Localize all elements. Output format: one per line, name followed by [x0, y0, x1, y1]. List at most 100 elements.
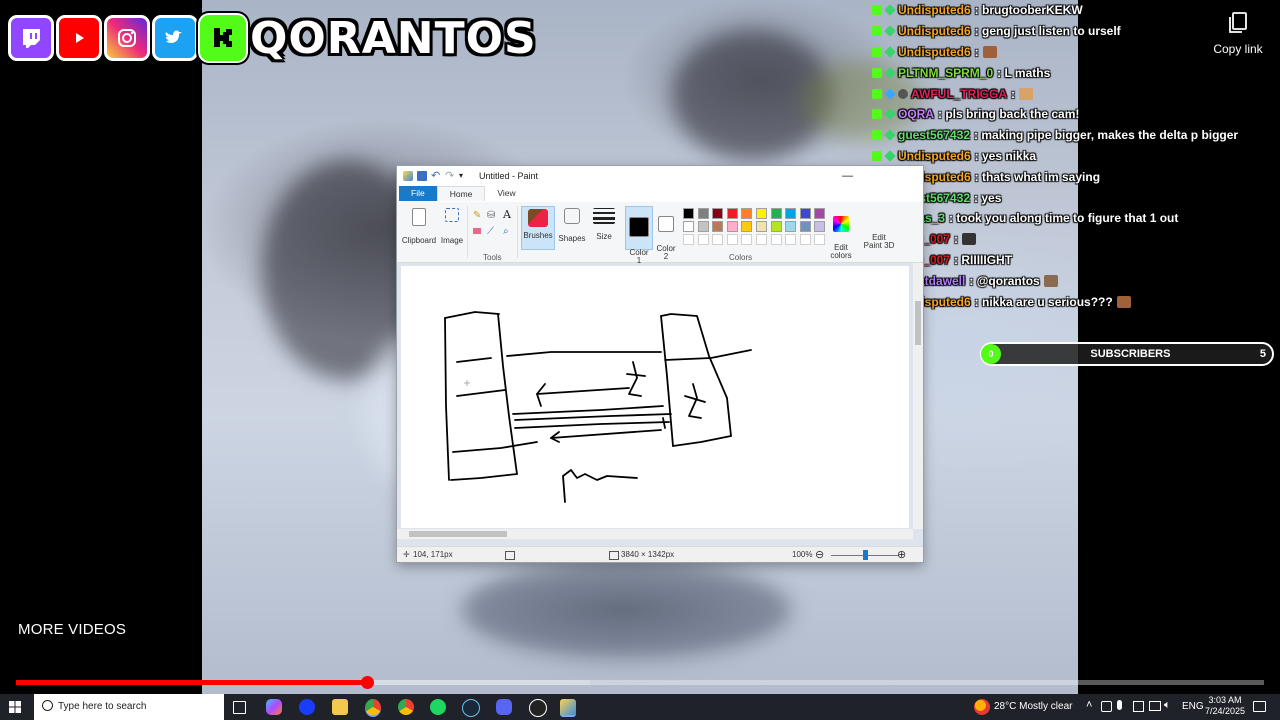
steam-icon[interactable] — [462, 699, 480, 717]
video-progress-bar[interactable] — [16, 676, 1264, 689]
chat-text: : thats what im saying — [974, 169, 1101, 184]
custom-color-slot[interactable] — [712, 234, 724, 245]
custom-color-slot[interactable] — [814, 234, 826, 245]
chat-username[interactable]: OQRA — [898, 107, 934, 121]
notifications-icon[interactable] — [1253, 701, 1266, 712]
tray-expand-icon[interactable]: ˄ — [1086, 699, 1092, 711]
text-icon[interactable]: A — [503, 208, 511, 221]
microphone-icon[interactable] — [1117, 700, 1122, 710]
weather-text[interactable]: 28°C Mostly clear — [994, 701, 1072, 712]
vertical-scrollbar[interactable] — [913, 263, 923, 529]
custom-color-slot[interactable] — [726, 234, 738, 245]
palette-swatch[interactable] — [712, 221, 724, 232]
discord-icon[interactable] — [299, 699, 315, 715]
chat-username[interactable]: AWFUL_TRIGGA — [911, 87, 1007, 101]
palette-swatch[interactable] — [756, 221, 767, 232]
palette-swatch[interactable] — [741, 208, 753, 219]
palette-swatch[interactable] — [785, 208, 797, 219]
tray-app-icon[interactable] — [1101, 701, 1112, 712]
edit-paint3d-button[interactable]: Edit Paint 3D — [859, 226, 899, 258]
redo-icon[interactable]: ↷ — [445, 171, 455, 182]
spotify-icon[interactable] — [430, 699, 446, 715]
palette-swatch[interactable] — [741, 221, 753, 232]
copy-link-button[interactable]: Copy link — [1206, 12, 1270, 56]
palette-swatch[interactable] — [756, 208, 767, 219]
custom-color-slot[interactable] — [756, 234, 767, 245]
palette-swatch[interactable] — [770, 221, 782, 232]
undo-icon[interactable]: ↶ — [431, 171, 441, 182]
chat-username[interactable]: Undisputed6 — [898, 149, 971, 163]
fill-icon[interactable]: ⛁ — [487, 210, 495, 221]
eraser-icon[interactable] — [473, 228, 481, 234]
tab-home[interactable]: Home — [436, 186, 486, 201]
chat-username[interactable]: Undisputed6 — [898, 45, 971, 59]
tab-view[interactable]: View — [485, 186, 527, 201]
volume-icon[interactable]: 🔈︎ — [1164, 699, 1171, 712]
brushes-button[interactable]: Brushes — [521, 206, 555, 250]
custom-color-slot[interactable] — [785, 234, 797, 245]
palette-swatch[interactable] — [683, 208, 694, 219]
custom-color-slot[interactable] — [683, 234, 694, 245]
palette-swatch[interactable] — [697, 208, 709, 219]
edit-colors-button[interactable]: Edit colors — [827, 208, 855, 268]
size-button[interactable]: Size — [591, 208, 617, 241]
paint-titlebar[interactable]: ↶ ↷ ▾ Untitled - Paint — — [397, 166, 923, 186]
progress-scrubber[interactable] — [360, 676, 374, 689]
palette-swatch[interactable] — [712, 208, 724, 219]
chrome-icon[interactable] — [365, 699, 381, 717]
network-icon[interactable] — [1149, 701, 1161, 711]
cursor-icon: ✛ — [403, 550, 410, 559]
custom-color-slot[interactable] — [697, 234, 709, 245]
color2-button[interactable]: Color 2 — [653, 208, 679, 269]
custom-color-slot[interactable] — [770, 234, 782, 245]
custom-color-slot[interactable] — [799, 234, 811, 245]
language-indicator[interactable]: ENG — [1182, 701, 1204, 712]
shapes-button[interactable]: Shapes — [557, 208, 587, 243]
obs-icon[interactable] — [529, 699, 547, 717]
clock[interactable]: 3:03 AM 7/24/2025 — [1204, 695, 1246, 717]
palette-swatch[interactable] — [726, 208, 738, 219]
palette-swatch[interactable] — [799, 208, 811, 219]
paint-taskbar-icon[interactable] — [560, 699, 576, 717]
image-button[interactable]: Image — [439, 208, 465, 245]
zoom-slider-thumb[interactable] — [863, 550, 868, 560]
palette-swatch[interactable] — [770, 208, 782, 219]
chat-username[interactable]: Undisputed6 — [898, 24, 971, 38]
copilot-icon[interactable] — [266, 699, 282, 715]
file-explorer-icon[interactable] — [332, 699, 348, 715]
drawing-canvas[interactable] — [401, 266, 909, 528]
chrome-profile-icon[interactable] — [398, 699, 414, 715]
windows-start-icon[interactable] — [9, 701, 21, 713]
clipboard-button[interactable]: Clipboard — [401, 208, 437, 245]
color1-button[interactable]: Color 1 — [625, 206, 653, 265]
chat-username[interactable]: guest567432 — [898, 128, 970, 142]
horizontal-scroll-thumb[interactable] — [409, 531, 507, 537]
pencil-icon[interactable]: ✎ — [473, 210, 481, 221]
tab-file[interactable]: File — [399, 186, 437, 201]
more-videos-label[interactable]: MORE VIDEOS — [18, 621, 126, 638]
magnifier-icon[interactable]: ⌕ — [503, 226, 509, 237]
onscreen-icon[interactable] — [1133, 701, 1144, 712]
palette-swatch[interactable] — [814, 208, 826, 219]
save-icon[interactable] — [417, 171, 427, 181]
zoom-in-icon[interactable]: ⊕ — [897, 548, 906, 561]
paint-window[interactable]: ↶ ↷ ▾ Untitled - Paint — File Home View … — [397, 166, 923, 562]
discord-app-icon[interactable] — [496, 699, 512, 715]
minimize-icon[interactable]: — — [842, 170, 853, 182]
palette-swatch[interactable] — [683, 221, 694, 232]
taskbar-search-box[interactable]: Type here to search — [34, 694, 224, 720]
chat-username[interactable]: PLTNM_SPRM_0 — [898, 66, 993, 80]
horizontal-scrollbar[interactable] — [397, 529, 913, 539]
vertical-scroll-thumb[interactable] — [915, 301, 921, 345]
quick-access-dropdown-icon[interactable]: ▾ — [459, 171, 469, 181]
palette-swatch[interactable] — [814, 221, 826, 232]
palette-swatch[interactable] — [785, 221, 797, 232]
task-view-icon[interactable] — [233, 701, 246, 714]
color-picker-icon[interactable]: ⟋ — [487, 226, 494, 237]
palette-swatch[interactable] — [697, 221, 709, 232]
palette-swatch[interactable] — [799, 221, 811, 232]
zoom-out-icon[interactable]: ⊖ — [815, 548, 824, 561]
chat-username[interactable]: Undisputed6 — [898, 3, 971, 17]
custom-color-slot[interactable] — [741, 234, 753, 245]
palette-swatch[interactable] — [726, 221, 738, 232]
